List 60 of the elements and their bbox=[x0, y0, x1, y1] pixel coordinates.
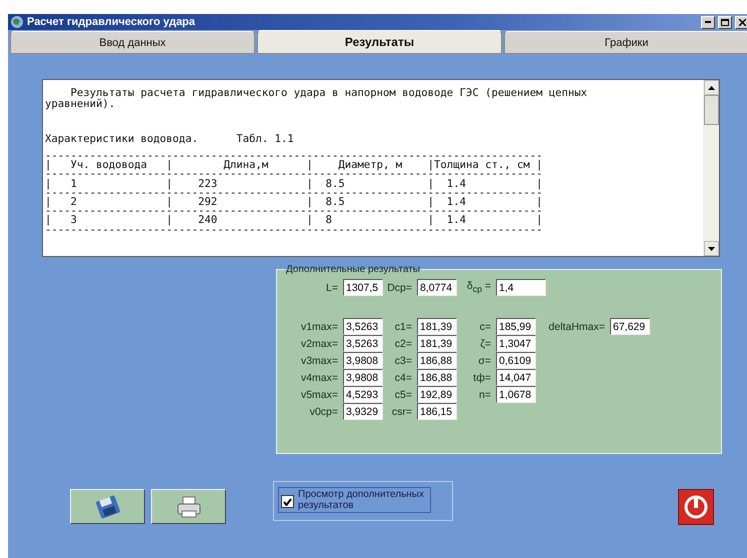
value-field[interactable]: 14,047 bbox=[496, 369, 536, 386]
value-field[interactable]: 186,15 bbox=[417, 403, 457, 420]
table-line: ------------------------------------------------------------------------------ bbox=[45, 170, 544, 180]
table-caption: Характеристики водовода. Табл. 1.1 bbox=[45, 134, 295, 145]
panel-title: Дополнительные результаты bbox=[285, 264, 421, 275]
table-line: | 2 | 292 | 8.5 | 1.4 | bbox=[45, 198, 544, 208]
field-label: v3max= bbox=[300, 354, 339, 366]
field-label: L= bbox=[325, 282, 339, 294]
show-extra-checkbox[interactable]: Просмотр дополнительных результатов bbox=[278, 487, 431, 513]
value-field[interactable]: 67,629 bbox=[610, 318, 650, 335]
field-label: c5= bbox=[394, 388, 413, 400]
value-field[interactable]: 186,88 bbox=[417, 369, 457, 386]
field-label: δ$_{cp}$ = bbox=[466, 280, 492, 295]
tab[interactable]: Графики bbox=[504, 31, 747, 54]
table-line: ------------------------------------------------------------------------------ bbox=[45, 152, 544, 162]
table-line: ------------------------------------------------------------------------------ bbox=[45, 188, 544, 198]
value-field[interactable]: 181,39 bbox=[417, 335, 457, 352]
window-title: Расчет гидравлического удара bbox=[27, 16, 196, 28]
value-field[interactable]: 192,89 bbox=[417, 386, 457, 403]
field-label: ζ= bbox=[479, 338, 492, 350]
table-line: | 1 | 223 | 8.5 | 1.4 | bbox=[45, 180, 544, 189]
value-field[interactable]: 3,5263 bbox=[343, 335, 383, 352]
field-label: c4= bbox=[394, 372, 413, 384]
field-label: v5max= bbox=[300, 388, 339, 400]
value-field[interactable]: 3,9329 bbox=[343, 403, 383, 420]
value-field[interactable]: 3,5263 bbox=[343, 318, 383, 335]
table-line: ------------------------------------------------------------------------------ bbox=[45, 226, 544, 235]
value-field[interactable]: 3,9808 bbox=[343, 369, 383, 386]
field-label: v0cp= bbox=[308, 406, 339, 418]
field-label: v2max= bbox=[300, 338, 339, 350]
field-label: c2= bbox=[394, 338, 413, 350]
field-label: c3= bbox=[394, 354, 413, 366]
value-field[interactable]: 8,0774 bbox=[417, 279, 457, 296]
field-label: tф= bbox=[472, 372, 492, 384]
value-field[interactable]: 3,9808 bbox=[343, 352, 383, 369]
value-field[interactable]: 1,3047 bbox=[496, 335, 536, 352]
field-label: Dcp= bbox=[387, 282, 413, 294]
field-label: c1= bbox=[394, 320, 413, 332]
field-label: v1max= bbox=[300, 320, 339, 332]
field-label: n= bbox=[478, 388, 492, 400]
tab[interactable]: Ввод данных bbox=[10, 31, 255, 54]
table-line: | Уч. водовода | Длина,м | Диаметр, м |Толщина ст., см | bbox=[45, 161, 544, 170]
field-label: deltaHmax= bbox=[548, 320, 606, 332]
table-line: ------------------------------------------------------------------------------ bbox=[45, 207, 544, 216]
field-label: σ= bbox=[477, 354, 492, 366]
field-label: v4max= bbox=[300, 372, 339, 384]
value-field[interactable]: 0,6109 bbox=[496, 352, 536, 369]
value-field[interactable]: 4,5293 bbox=[343, 386, 383, 403]
value-field[interactable]: 185,99 bbox=[496, 318, 536, 335]
value-field[interactable]: 181,39 bbox=[417, 318, 457, 335]
value-field[interactable]: 1,0678 bbox=[496, 386, 536, 403]
value-field[interactable]: 1307,5 bbox=[343, 279, 383, 296]
report-heading: Результаты расчета гидравлического удара в напорном водоводе ГЭС (решением цепных bbox=[70, 88, 588, 99]
field-label: csr= bbox=[390, 406, 413, 418]
tab[interactable]: Результаты bbox=[257, 30, 502, 54]
value-field[interactable]: 186,88 bbox=[417, 352, 457, 369]
value-field[interactable]: 1,4 bbox=[496, 279, 546, 296]
report-heading: уравнений). bbox=[45, 99, 116, 110]
table-line: | 3 | 240 | 8 | 1.4 | bbox=[45, 216, 544, 226]
field-label: c= bbox=[478, 320, 492, 332]
